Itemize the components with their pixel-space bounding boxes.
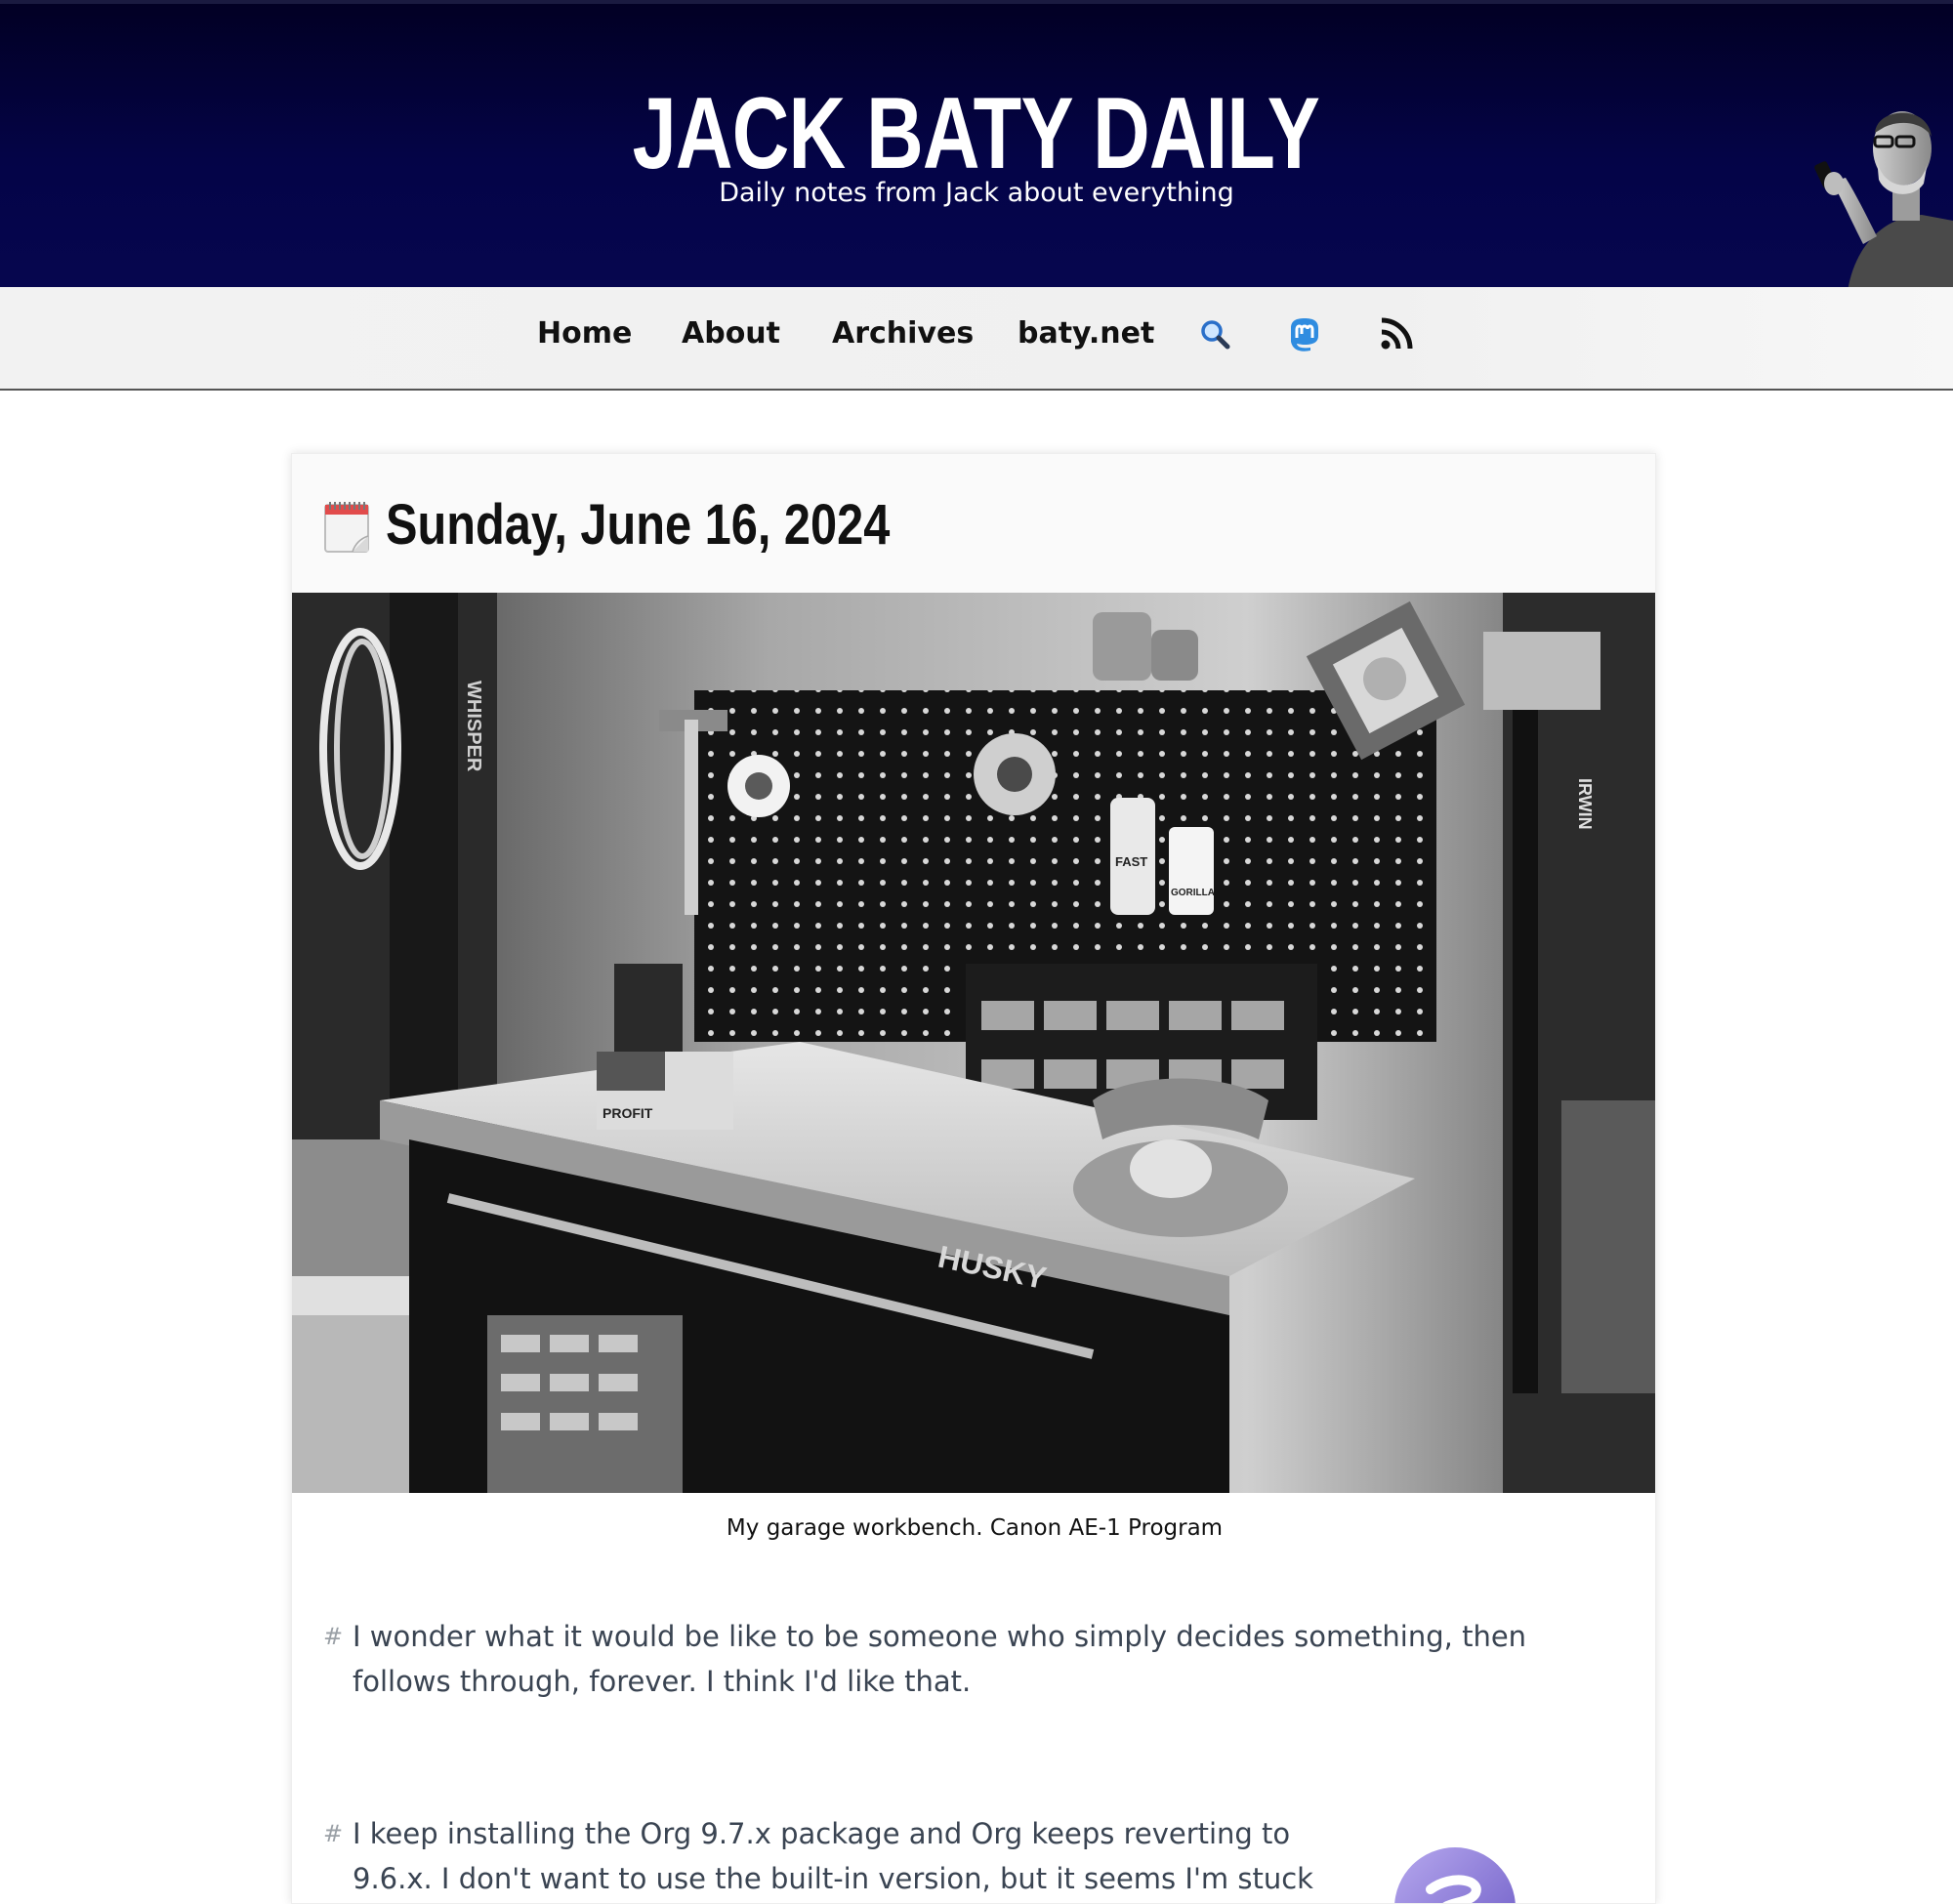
site-header: JACK BATY DAILY Daily notes from Jack ab… xyxy=(0,0,1953,291)
post-date[interactable]: Sunday, June 16, 2024 xyxy=(386,491,890,559)
nav-baty-net-link[interactable]: baty.net xyxy=(1018,314,1154,353)
emacs-logo-icon xyxy=(1394,1847,1516,1903)
nav-about-link[interactable]: About xyxy=(682,314,780,353)
note-entry: # I keep installing the Org 9.7.x packag… xyxy=(323,1811,1339,1903)
note-text: I keep installing the Org 9.7.x package … xyxy=(353,1817,1313,1895)
workbench-photo: WHISPER IRWIN FAST GORILLA HUSKY PROFIT xyxy=(292,593,1655,1493)
mastodon-icon[interactable] xyxy=(1285,314,1324,353)
bottle-label-1: FAST xyxy=(1115,854,1147,869)
calendar-icon xyxy=(324,502,369,553)
post-card: Sunday, June 16, 2024 WHISPER IRWIN FAST… xyxy=(291,453,1656,1904)
note-permalink[interactable]: # xyxy=(323,1614,343,1659)
author-photo xyxy=(1814,111,1953,291)
bottle-label-2: GORILLA xyxy=(1171,888,1215,898)
nav-home-link[interactable]: Home xyxy=(537,314,632,353)
irwin-label: IRWIN xyxy=(1575,778,1595,830)
profit-label: PROFIT xyxy=(603,1105,653,1121)
note-text: I wonder what it would be like to be som… xyxy=(353,1620,1527,1698)
rss-icon[interactable] xyxy=(1377,314,1416,353)
nav-archives-link[interactable]: Archives xyxy=(832,314,974,353)
search-icon[interactable] xyxy=(1195,314,1234,353)
main-navigation: Home About Archives baty.net xyxy=(0,287,1953,391)
site-tagline: Daily notes from Jack about everything xyxy=(719,178,1234,208)
note-permalink[interactable]: # xyxy=(323,1811,343,1856)
photo-caption: My garage workbench. Canon AE-1 Program xyxy=(726,1515,1224,1541)
post-header: Sunday, June 16, 2024 xyxy=(292,454,1655,593)
site-title[interactable]: JACK BATY DAILY xyxy=(214,80,1737,187)
whisper-label: WHISPER xyxy=(463,681,484,772)
note-entry: # I wonder what it would be like to be s… xyxy=(323,1614,1632,1704)
